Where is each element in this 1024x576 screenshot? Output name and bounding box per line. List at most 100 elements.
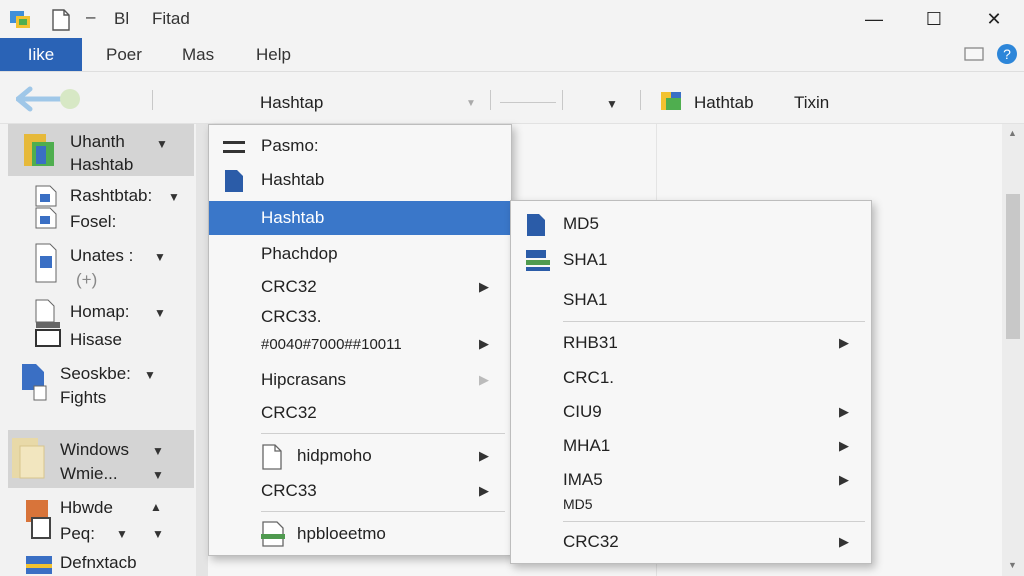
submenu-item-label: CRC1.	[563, 368, 615, 387]
scroll-up-icon[interactable]: ▲	[1008, 128, 1017, 138]
paste-icon	[223, 139, 247, 160]
menu-item[interactable]: Phachdop	[209, 237, 511, 271]
menu-item[interactable]: hpbloeetmo	[209, 517, 511, 551]
back-arrow-icon[interactable]	[15, 86, 86, 117]
help-icon[interactable]: ?	[996, 43, 1018, 70]
submenu-item-crc32[interactable]: CRC32 ▶	[511, 525, 871, 559]
tab-poer[interactable]: Poer	[106, 38, 142, 71]
nav-item[interactable]: Defnxtacb	[8, 552, 194, 576]
menu-item-hex[interactable]: #0040#7000##10011 ▶	[209, 327, 511, 361]
submenu-item-label: SHA1	[563, 290, 608, 309]
chevron-down-icon[interactable]: ▼	[156, 137, 168, 151]
nav-pane-scrollbar[interactable]	[196, 124, 208, 576]
submenu-item[interactable]: CIU9 ▶	[511, 395, 871, 429]
history-dropdown-icon[interactable]: ▼	[606, 97, 618, 111]
menu-item-label: #0040#7000##10011	[261, 335, 402, 353]
submenu-item-label: CRC32	[563, 532, 619, 551]
menu-item-label: CRC33	[261, 481, 317, 500]
document-icon	[525, 213, 547, 242]
nav-item-label: Defnxtacb	[60, 553, 137, 572]
window-title: Fitad	[152, 9, 190, 28]
menu-item-label: hidpmoho	[297, 446, 372, 465]
nav-item[interactable]: Homap: Hisase ▼	[8, 296, 194, 352]
new-document-icon[interactable]	[52, 9, 70, 36]
menu-item-crc32[interactable]: CRC32 ▶	[209, 270, 511, 304]
minimize-button[interactable]: —	[844, 0, 904, 38]
tab-file[interactable]: Iike	[0, 38, 82, 71]
nav-item-label: Homap:	[70, 302, 130, 321]
address-extra-label[interactable]: Tixin	[794, 93, 829, 113]
content-scrollbar[interactable]: ▲ ▼	[1002, 124, 1024, 576]
chevron-right-icon: ▶	[839, 534, 849, 549]
submenu-item[interactable]: RHB31 ▶	[511, 326, 871, 360]
svg-text:?: ?	[1003, 46, 1011, 62]
document-stack-icon	[34, 298, 62, 353]
submenu-item-md5[interactable]: MD5	[511, 207, 871, 241]
submenu-item-label: IMA5	[563, 470, 603, 489]
qat-separator-icon: –	[86, 7, 96, 26]
menu-item-label: Hashtab	[261, 208, 325, 227]
menu-item-label: CRC32	[261, 277, 317, 296]
tab-mas[interactable]: Mas	[182, 38, 214, 71]
hash-submenu: MD5 SHA1 SHA1 RHB31 ▶ CRC1. CIU9 ▶ MHA1 …	[510, 200, 872, 564]
archive-icon	[24, 498, 54, 547]
chevron-down-icon[interactable]: ▼	[152, 444, 164, 458]
nav-item[interactable]: Rashtbtab: Fosel: ▼	[8, 180, 194, 236]
nav-item[interactable]: Unates : (+) ▼	[8, 240, 194, 292]
nav-item-label: Seoskbe:	[60, 364, 131, 383]
chevron-right-icon: ▶	[479, 279, 489, 294]
library-icon	[24, 554, 54, 576]
menu-item-hashtab[interactable]: Hashtab	[209, 163, 511, 197]
scrollbar-thumb[interactable]	[1006, 194, 1020, 339]
menu-item[interactable]: Hipcrasans ▶	[209, 363, 511, 397]
nav-item-label: Hbwde	[60, 498, 113, 517]
nav-item[interactable]: Seoskbe: Fights ▼	[8, 358, 194, 410]
chevron-up-icon[interactable]: ▲	[150, 500, 162, 514]
address-bar: Hashtap ▼ ▼ Hathtab Tixin	[0, 72, 1024, 124]
menu-item[interactable]: hidpmoho ▶	[209, 439, 511, 473]
chevron-down-icon[interactable]: ▼	[152, 527, 164, 541]
menu-item-paste[interactable]: Pasmo:	[209, 129, 511, 163]
chevron-down-icon[interactable]: ▼	[116, 527, 128, 541]
menu-item-hashtab-submenu[interactable]: Hashtab	[209, 201, 511, 235]
chevron-right-icon: ▶	[479, 372, 489, 387]
document-icon	[20, 360, 50, 409]
submenu-item-md5[interactable]: MD5	[511, 490, 871, 518]
ribbon-collapse-icon[interactable]	[964, 45, 984, 68]
maximize-button[interactable]: ☐	[904, 0, 964, 38]
nav-item[interactable]: Hbwde Peq: ▲ ▼ ▼	[8, 494, 194, 550]
title-bar: – Bl Fitad — ☐ ✕	[0, 0, 1024, 38]
scroll-down-icon[interactable]: ▼	[1008, 560, 1017, 570]
close-button[interactable]: ✕	[964, 0, 1024, 38]
submenu-item-crc[interactable]: CRC1.	[511, 361, 871, 395]
minimize-icon: —	[865, 8, 883, 29]
nav-item-sublabel: Hisase	[70, 330, 122, 349]
close-icon: ✕	[986, 8, 1002, 29]
menu-item-crc32[interactable]: CRC32	[209, 396, 511, 430]
qat-label[interactable]: Bl	[114, 9, 129, 29]
submenu-item[interactable]: MHA1 ▶	[511, 429, 871, 463]
chevron-down-icon[interactable]: ▼	[154, 306, 166, 320]
address-separator	[152, 90, 153, 110]
explorer-app-icon[interactable]	[10, 9, 34, 34]
address-separator	[640, 90, 641, 110]
ribbon-tabs: Iike Poer Mas Help ?	[0, 38, 1024, 72]
submenu-item-sha1[interactable]: SHA1	[511, 283, 871, 317]
submenu-item-label: RHB31	[563, 333, 618, 352]
nav-item[interactable]: Windows Wmie... ▼ ▼	[8, 430, 194, 488]
submenu-item-sha1[interactable]: SHA1	[511, 243, 871, 277]
address-dropdown-icon[interactable]: ▼	[466, 98, 476, 109]
folder-label[interactable]: Hathtab	[694, 93, 754, 113]
menu-item-label: CRC32	[261, 403, 317, 422]
menu-item-label: Hipcrasans	[261, 370, 347, 389]
nav-item-label: Unates :	[70, 246, 134, 265]
chevron-down-icon[interactable]: ▼	[144, 368, 156, 382]
menu-item-crc33[interactable]: CRC33 ▶	[209, 474, 511, 508]
tab-help[interactable]: Help	[256, 38, 291, 71]
nav-item-sublabel: (+)	[76, 270, 98, 289]
chevron-down-icon[interactable]: ▼	[168, 190, 180, 204]
chevron-down-icon[interactable]: ▼	[152, 468, 164, 482]
chevron-down-icon[interactable]: ▼	[154, 250, 166, 264]
address-path[interactable]: Hashtap	[260, 93, 323, 113]
nav-item[interactable]: Uhanth Hashtab ▼	[8, 124, 194, 176]
